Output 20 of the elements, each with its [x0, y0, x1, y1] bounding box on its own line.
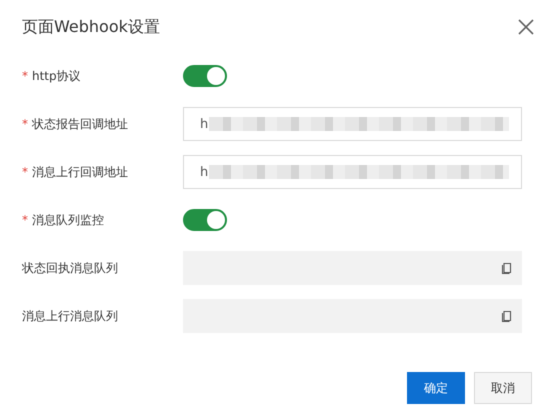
field-label: http协议 [32, 68, 81, 84]
field-label: 消息上行回调地址 [32, 164, 128, 180]
required-mark: * [22, 69, 28, 83]
toggle-switch[interactable] [183, 209, 227, 231]
input-field[interactable]: h [183, 107, 522, 141]
close-icon[interactable] [518, 19, 534, 35]
required-mark: * [22, 213, 28, 227]
field-label: 状态回执消息队列 [22, 260, 118, 276]
field-label: 状态报告回调地址 [32, 116, 128, 132]
required-mark: * [22, 117, 28, 131]
toggle-switch[interactable] [183, 65, 227, 87]
confirm-button[interactable]: 确定 [407, 372, 465, 404]
dialog-title: 页面Webhook设置 [22, 16, 160, 38]
field-label: 消息上行消息队列 [22, 308, 118, 324]
copy-icon[interactable] [501, 310, 512, 322]
required-mark: * [22, 165, 28, 179]
input-field[interactable]: h [183, 155, 522, 189]
copy-icon[interactable] [501, 262, 512, 274]
cancel-button[interactable]: 取消 [474, 372, 532, 404]
field-label: 消息队列监控 [32, 212, 104, 228]
